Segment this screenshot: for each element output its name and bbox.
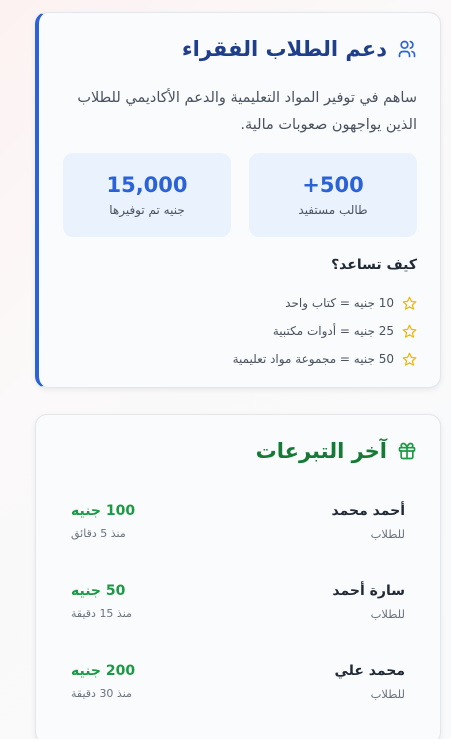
donation-amount: 200 جنيه — [71, 663, 136, 679]
star-icon — [402, 352, 417, 367]
donor-name: أحمد محمد — [331, 503, 405, 519]
stat-students-label: طالب مستفيد — [298, 203, 368, 217]
users-icon — [397, 39, 417, 59]
stat-savings-label: جنيه تم توفيرها — [109, 203, 185, 217]
help-item-label: 25 جنيه = أدوات مكتبية — [272, 324, 394, 338]
stat-students-box: +500 طالب مستفيد — [249, 153, 417, 237]
page: دعم الطلاب الفقراء ساهم في توفير المواد … — [0, 0, 451, 739]
donation-amount: 50 جنيه — [71, 583, 126, 599]
stat-savings-value: 15,000 — [106, 173, 188, 197]
donor-name: محمد علي — [334, 663, 405, 679]
gift-icon — [397, 441, 417, 461]
donation-item: أحمد محمد للطلاب 100 جنيه منذ 5 دقائق — [36, 503, 440, 547]
help-list: 10 جنيه = كتاب واحد 25 جنيه = أدوات مكتب… — [233, 289, 417, 373]
support-card: دعم الطلاب الفقراء ساهم في توفير المواد … — [35, 12, 441, 388]
donor-name: سارة أحمد — [332, 583, 405, 599]
star-icon — [402, 296, 417, 311]
help-item: 50 جنيه = مجموعة مواد تعليمية — [233, 345, 417, 373]
donation-purpose: للطلاب — [370, 527, 405, 541]
help-item: 10 جنيه = كتاب واحد — [233, 289, 417, 317]
support-card-header: دعم الطلاب الفقراء — [182, 37, 417, 61]
donations-card-header: آخر التبرعات — [256, 439, 417, 463]
stat-savings-box: 15,000 جنيه تم توفيرها — [63, 153, 231, 237]
donation-time: منذ 30 دقيقة — [71, 687, 132, 700]
donations-title: آخر التبرعات — [255, 439, 387, 463]
donation-purpose: للطلاب — [370, 607, 405, 621]
latest-donations-card: آخر التبرعات أحمد محمد للطلاب 100 جنيه م… — [35, 414, 441, 739]
support-title: دعم الطلاب الفقراء — [181, 37, 387, 61]
stat-students-value: +500 — [302, 173, 364, 197]
star-icon — [402, 324, 417, 339]
help-title: كيف تساعد؟ — [331, 257, 417, 273]
help-item: 25 جنيه = أدوات مكتبية — [233, 317, 417, 345]
donation-time: منذ 15 دقيقة — [71, 607, 132, 620]
support-description: ساهم في توفير المواد التعليمية والدعم ال… — [77, 90, 417, 133]
donation-item: محمد علي للطلاب 200 جنيه منذ 30 دقيقة — [36, 663, 440, 707]
donation-purpose: للطلاب — [370, 687, 405, 701]
donation-item: سارة أحمد للطلاب 50 جنيه منذ 15 دقيقة — [36, 583, 440, 627]
donation-amount: 100 جنيه — [71, 503, 136, 519]
donation-time: منذ 5 دقائق — [71, 527, 126, 540]
help-item-label: 50 جنيه = مجموعة مواد تعليمية — [232, 352, 394, 366]
help-item-label: 10 جنيه = كتاب واحد — [285, 296, 394, 310]
